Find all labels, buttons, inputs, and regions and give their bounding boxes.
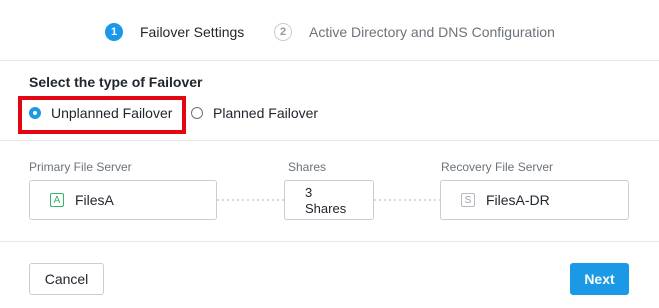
failover-type-title: Select the type of Failover xyxy=(29,74,203,90)
radio-label-unplanned: Unplanned Failover xyxy=(51,105,173,121)
shares-label: Shares xyxy=(288,160,327,174)
step-ad-dns-configuration[interactable]: 2 Active Directory and DNS Configuration xyxy=(274,20,555,44)
file-server-icon: A xyxy=(50,193,64,207)
shares-count: 3 xyxy=(305,185,313,200)
wizard-stepper: 1 Failover Settings 2 Active Directory a… xyxy=(0,0,659,61)
connector-line-right xyxy=(374,199,441,201)
file-server-icon: S xyxy=(461,193,475,207)
recovery-file-server-label: Recovery File Server xyxy=(441,160,554,174)
recovery-file-server-box: S FilesA-DR xyxy=(440,180,629,220)
section-divider-bottom xyxy=(0,241,659,242)
connector-line-left xyxy=(217,199,285,201)
step-label-failover-settings: Failover Settings xyxy=(140,24,245,40)
radio-planned-failover[interactable]: Planned Failover xyxy=(191,103,318,123)
next-button[interactable]: Next xyxy=(570,263,629,295)
step-number-2: 2 xyxy=(274,23,292,41)
step-number-1: 1 xyxy=(105,23,123,41)
primary-file-server-label: Primary File Server xyxy=(29,160,132,174)
cancel-button[interactable]: Cancel xyxy=(29,263,104,295)
radio-checked-icon[interactable] xyxy=(29,107,41,119)
shares-count-box: 3 Shares xyxy=(284,180,374,220)
shares-unit: Shares xyxy=(305,201,347,216)
radio-label-planned: Planned Failover xyxy=(213,105,319,121)
step-label-ad-dns-configuration: Active Directory and DNS Configuration xyxy=(309,24,555,40)
radio-unplanned-failover[interactable]: Unplanned Failover xyxy=(29,103,172,123)
primary-file-server-box: A FilesA xyxy=(29,180,217,220)
step-failover-settings[interactable]: 1 Failover Settings xyxy=(105,20,244,44)
section-divider-top xyxy=(0,140,659,141)
radio-unchecked-icon[interactable] xyxy=(191,107,203,119)
primary-file-server-name: FilesA xyxy=(75,192,114,208)
recovery-file-server-name: FilesA-DR xyxy=(486,192,550,208)
